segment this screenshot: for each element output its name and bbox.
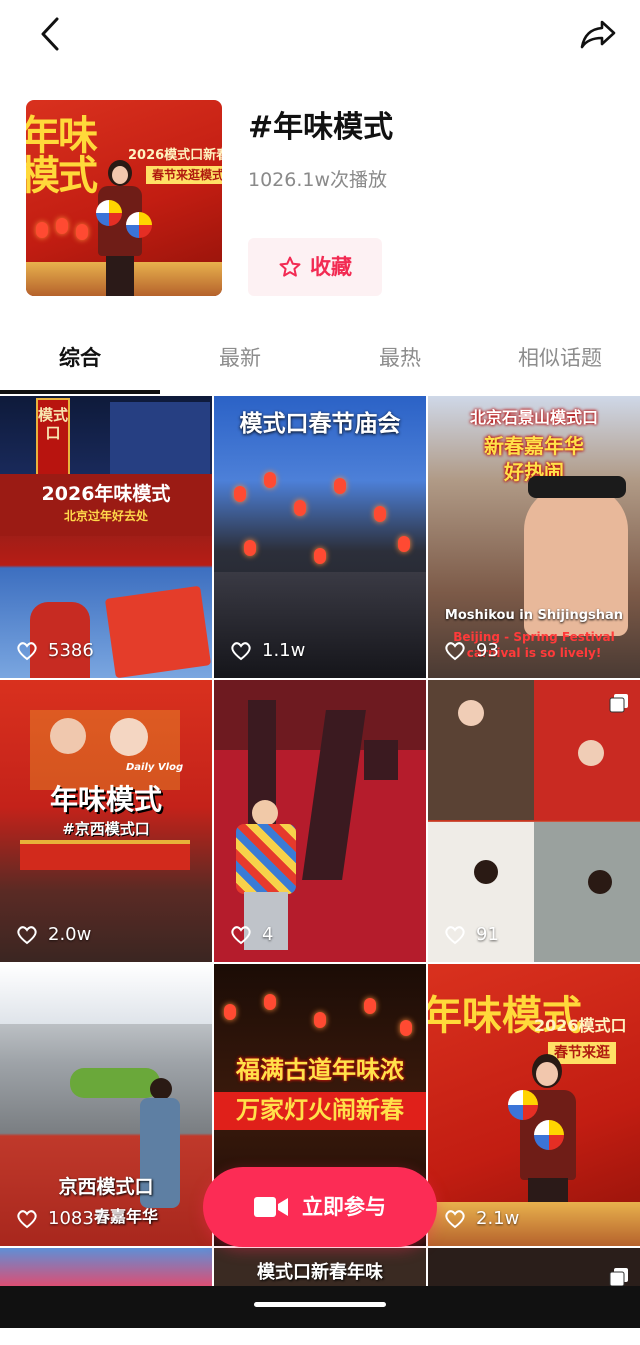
video-card[interactable]: 北京石景山模式口 新春嘉年华 好热闹 Moshikou in Shijingsh… — [428, 396, 640, 678]
video-caption: 年味模式 — [49, 783, 162, 816]
video-card[interactable] — [428, 1248, 640, 1286]
video-card[interactable]: 模式口 2026年味模式 北京过年好去处 5386 — [0, 396, 212, 678]
video-card[interactable]: 模式口春节庙会 1.1w — [214, 396, 426, 678]
share-button[interactable] — [576, 14, 620, 54]
pinwheel-icon — [534, 1120, 564, 1150]
tab-comprehensive[interactable]: 综合 — [0, 344, 160, 372]
video-card[interactable]: 京西模式口 春嘉年华 10837 — [0, 964, 212, 1246]
video-card[interactable]: 91 — [428, 680, 640, 962]
video-badge: 模式口 — [38, 406, 69, 442]
heart-icon — [231, 642, 251, 661]
like-count: 1.1w — [230, 640, 305, 662]
pinwheel-icon — [96, 200, 122, 226]
heart-icon — [17, 926, 37, 945]
like-count-text: 4 — [262, 924, 274, 945]
video-subcaption: #京西模式口 — [62, 820, 150, 838]
share-arrow-icon — [580, 20, 616, 49]
video-card[interactable] — [0, 1248, 212, 1286]
video-subcaption: 北京过年好去处 — [63, 509, 148, 523]
video-overlay-text: Daily Vlog — [126, 762, 184, 773]
like-count-text: 2.1w — [476, 1208, 520, 1229]
like-count: 4 — [230, 924, 273, 946]
multi-image-icon — [609, 1268, 628, 1286]
topic-header: 年味 模式 2026模式口新春 春节来逛模式 #年味模式 1026.1w次播放 … — [26, 100, 626, 300]
pinwheel-icon — [126, 212, 152, 238]
system-nav-bar — [0, 1286, 640, 1328]
like-count-text: 91 — [476, 924, 499, 945]
join-now-button[interactable]: 立即参与 — [203, 1167, 437, 1247]
topic-title: #年味模式 — [248, 110, 394, 145]
home-indicator[interactable] — [254, 1302, 386, 1307]
like-count: 93 — [444, 640, 499, 662]
video-caption: 京西模式口 — [58, 1176, 154, 1198]
like-count-text: 10837 — [48, 1208, 106, 1229]
video-grid: 模式口 2026年味模式 北京过年好去处 5386 模式口春节庙会 1.1w 北… — [0, 396, 640, 1286]
video-subcaption: 万家灯火闹新春 — [236, 1096, 404, 1124]
favorite-button[interactable]: 收藏 — [248, 238, 382, 296]
multi-image-icon — [609, 694, 628, 713]
heart-icon — [17, 1210, 37, 1229]
like-count-text: 1.1w — [262, 640, 306, 661]
play-count: 1026.1w次播放 — [248, 169, 388, 191]
heart-icon — [445, 1210, 465, 1229]
cover-lanterns — [36, 218, 96, 248]
tab-bar: 综合 最新 最热 相似话题 — [0, 332, 640, 394]
video-caption: 模式口新春年味 — [257, 1262, 383, 1283]
back-button[interactable] — [28, 14, 72, 54]
back-chevron-icon — [41, 17, 59, 51]
favorite-label: 收藏 — [310, 255, 352, 279]
video-camera-icon — [254, 1197, 288, 1217]
like-count: 10837 — [16, 1208, 105, 1230]
like-count: 2.0w — [16, 924, 91, 946]
active-tab-indicator — [0, 390, 160, 394]
video-card[interactable]: 4 — [214, 680, 426, 962]
like-count-text: 93 — [476, 640, 499, 661]
topic-cover-image[interactable]: 年味 模式 2026模式口新春 春节来逛模式 — [26, 100, 222, 296]
cover-sub-text: 春节来逛模式 — [146, 166, 222, 184]
heart-icon — [231, 926, 251, 945]
video-card[interactable]: 年味模式 2026模式口 春节来逛 2.1w — [428, 964, 640, 1246]
video-caption: 年味模式 — [428, 992, 582, 1039]
join-now-label: 立即参与 — [302, 1195, 386, 1219]
video-card[interactable]: 模式口新春年味 — [214, 1248, 426, 1286]
like-count-text: 2.0w — [48, 924, 92, 945]
like-count-text: 5386 — [48, 640, 94, 661]
video-caption: 福满古道年味浓 — [236, 1056, 404, 1084]
like-count: 91 — [444, 924, 499, 946]
heart-icon — [445, 642, 465, 661]
like-count: 5386 — [16, 640, 94, 662]
video-caption: 2026年味模式 — [41, 483, 171, 505]
tab-similar-topics[interactable]: 相似话题 — [480, 344, 640, 372]
video-card[interactable]: Daily Vlog 年味模式 #京西模式口 2.0w — [0, 680, 212, 962]
video-caption: 北京石景山模式口 — [469, 408, 598, 427]
video-caption: 模式口春节庙会 — [239, 411, 401, 437]
bottom-spacer — [0, 1328, 640, 1345]
video-subcaption: 2026模式口 — [534, 1016, 627, 1035]
like-count: 2.1w — [444, 1208, 519, 1230]
pinwheel-icon — [508, 1090, 538, 1120]
tab-latest[interactable]: 最新 — [160, 344, 320, 372]
heart-icon — [17, 642, 37, 661]
video-subcaption: 新春嘉年华 — [484, 434, 584, 458]
tab-hottest[interactable]: 最热 — [320, 344, 480, 372]
top-bar — [0, 0, 640, 70]
star-icon — [279, 256, 301, 277]
heart-icon — [445, 926, 465, 945]
video-overlay-text: Moshikou in Shijingshan — [444, 608, 624, 623]
